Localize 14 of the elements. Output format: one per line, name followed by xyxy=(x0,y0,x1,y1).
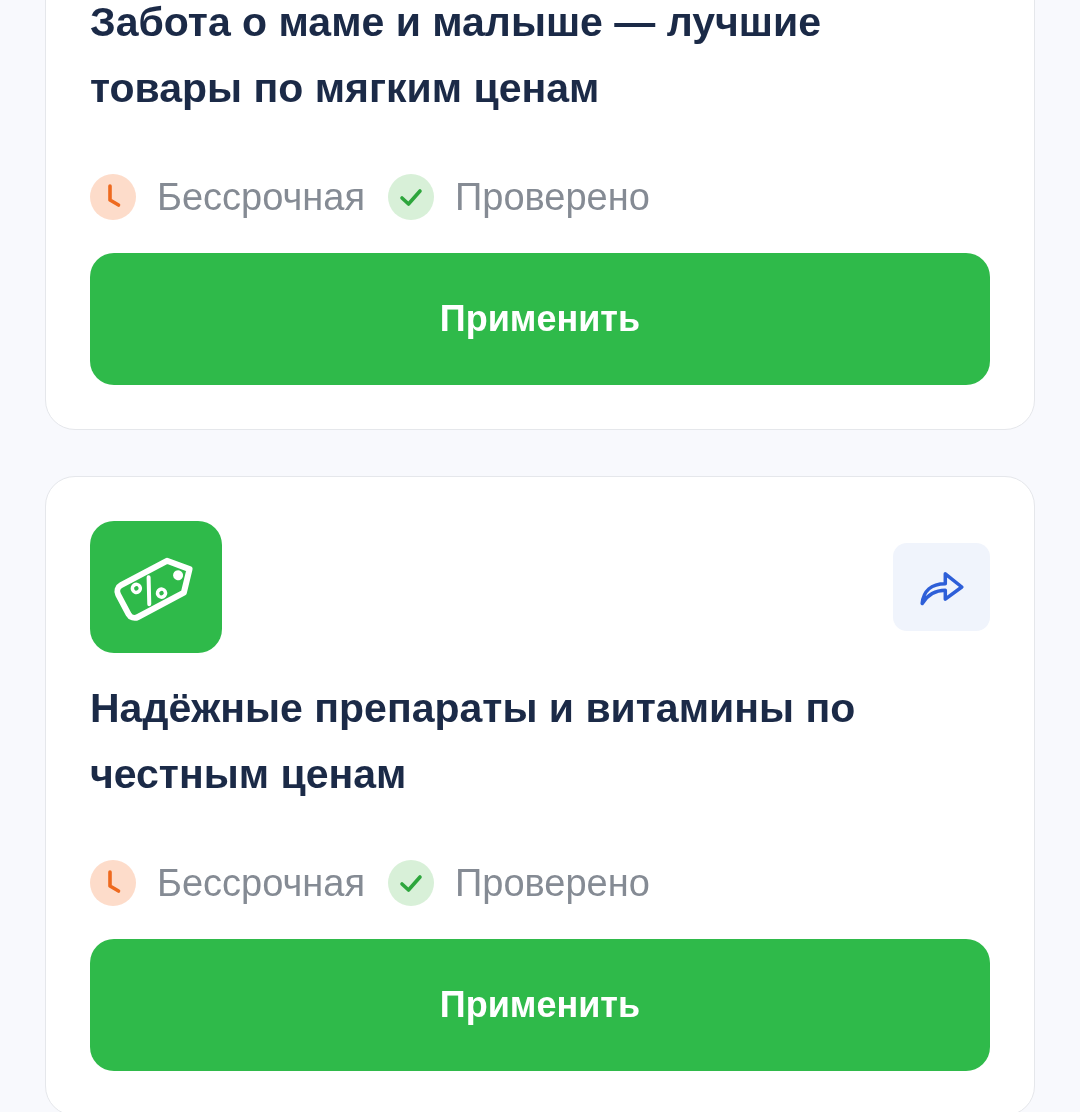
offer-title: Надёжные препараты и витамины по честным ценам xyxy=(90,684,857,799)
offer-title: Забота о маме и малыше — лучшие товары по мягким ценам xyxy=(90,0,822,113)
meta-label: Проверено xyxy=(455,175,650,220)
apply-button[interactable]: Применить xyxy=(90,253,990,385)
clock-icon xyxy=(90,860,136,906)
check-icon xyxy=(388,860,434,906)
meta-label: Бессрочная xyxy=(157,175,365,220)
discount-tag-icon xyxy=(90,521,222,653)
share-button[interactable] xyxy=(893,543,990,631)
apply-button[interactable]: Применить xyxy=(90,939,990,1071)
meta-label: Проверено xyxy=(455,861,650,906)
check-icon xyxy=(388,174,434,220)
meta-label: Бессрочная xyxy=(157,861,365,906)
clock-icon xyxy=(90,174,136,220)
